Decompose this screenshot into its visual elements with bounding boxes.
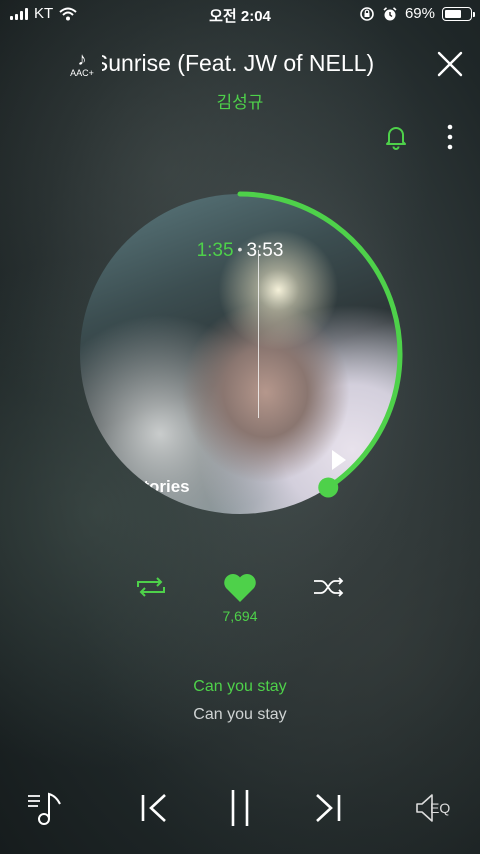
bell-icon[interactable] — [384, 124, 408, 150]
aac-note-icon: ♪ — [77, 49, 87, 69]
close-icon[interactable] — [434, 48, 466, 80]
like-count: 7,694 — [222, 608, 258, 624]
battery-icon — [442, 6, 475, 21]
song-title-marquee: Till Sunrise (Feat. JW of NELL) — [102, 50, 424, 80]
lyrics-panel[interactable]: Can you stay Can you stay — [0, 678, 480, 724]
equalizer-button[interactable]: EQ — [414, 788, 462, 828]
next-icon[interactable] — [312, 788, 344, 828]
pause-icon[interactable] — [226, 788, 254, 828]
heart-icon[interactable] — [222, 572, 258, 604]
playlist-icon[interactable] — [26, 788, 66, 828]
repeat-icon[interactable] — [134, 574, 168, 600]
alarm-icon — [383, 6, 397, 20]
current-time: 1:35 — [196, 240, 234, 261]
progress-knob — [318, 477, 339, 498]
rotation-lock-icon — [360, 6, 374, 21]
lyric-next-line: Can you stay — [193, 706, 287, 723]
status-bar: KT 오전 2:04 69% — [0, 0, 480, 28]
progress-ring — [237, 191, 403, 498]
song-title: Till Sunrise (Feat. JW of NELL) — [102, 50, 375, 76]
player-header: ♪ AAC+ Till Sunrise (Feat. JW of NELL) 김… — [0, 40, 480, 113]
artist-name[interactable]: 김성규 — [0, 88, 480, 113]
shuffle-icon[interactable] — [312, 574, 346, 600]
progress-arc — [237, 191, 403, 490]
lyric-current-line: Can you stay — [193, 678, 287, 695]
eq-label: EQ — [430, 800, 451, 816]
aac-label: AAC+ — [70, 68, 94, 78]
battery-percent: 69% — [404, 5, 435, 22]
total-time: 3:53 — [246, 240, 284, 261]
aac-badge: ♪ AAC+ — [66, 50, 98, 78]
playback-time: 1:35 • 3:53 — [0, 240, 480, 262]
album-progress-dial[interactable]: Stories — [70, 184, 410, 524]
song-actions: 7,694 — [0, 570, 480, 630]
playback-controls: EQ — [0, 782, 480, 838]
time-separator: • — [237, 241, 243, 257]
previous-icon[interactable] — [138, 788, 170, 828]
more-icon[interactable] — [440, 124, 460, 150]
